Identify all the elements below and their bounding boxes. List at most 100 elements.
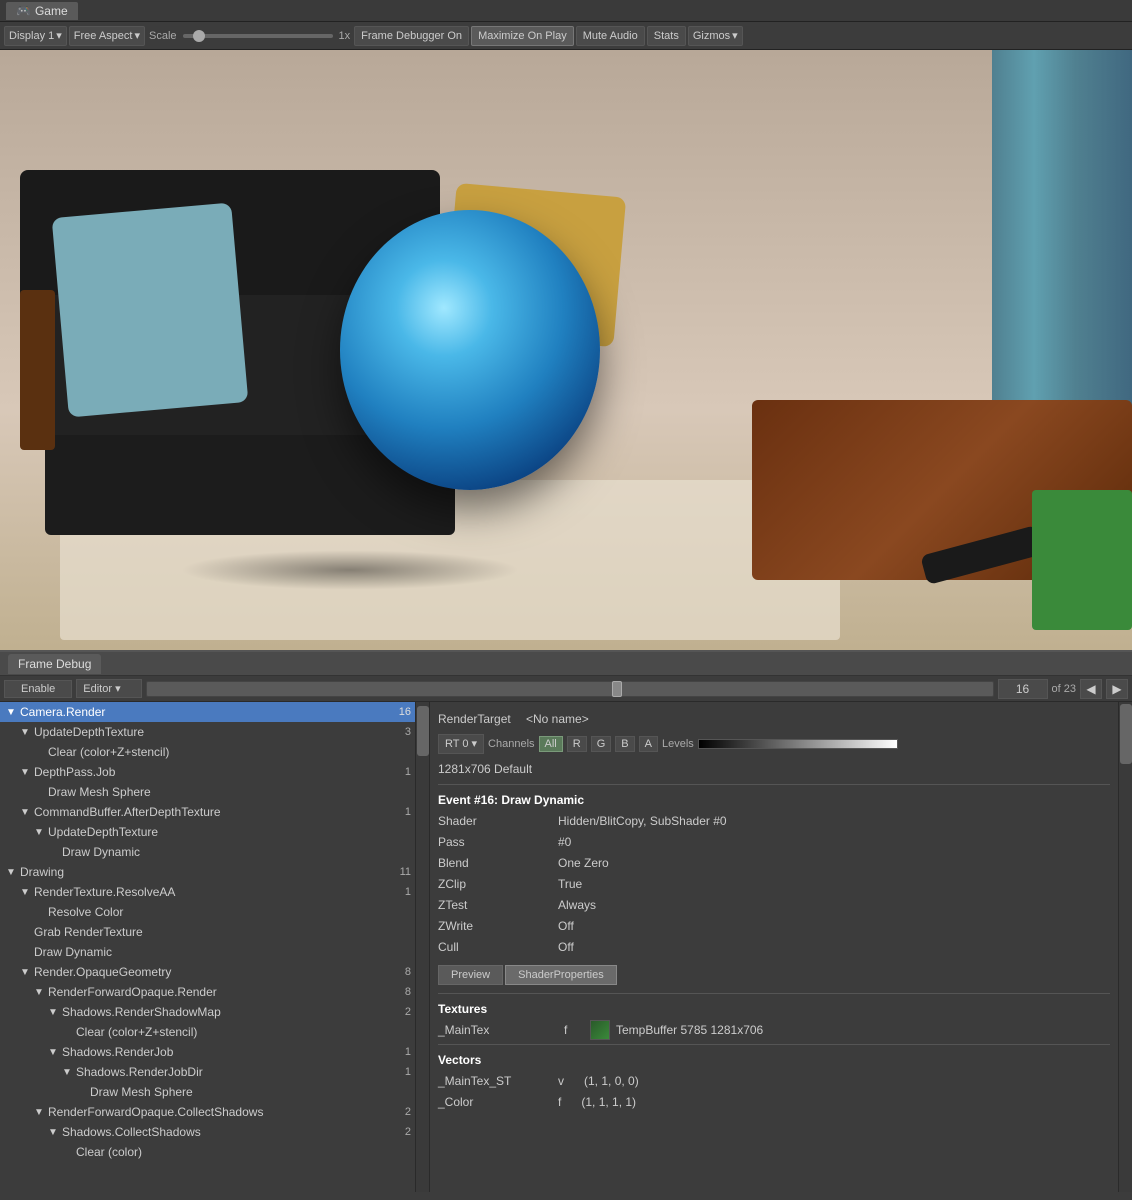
tree-item-label: Shadows.RenderShadowMap [62,1005,221,1019]
scale-slider-thumb[interactable] [193,30,205,42]
prev-frame-button[interactable]: ◀ [1080,679,1102,699]
scrollbar-thumb[interactable] [1120,704,1132,764]
tree-scrollbar[interactable] [415,702,429,1192]
detail-panel: RenderTarget <No name> RT 0 ▾ Channels A… [430,702,1118,1192]
tree-item[interactable]: Draw Mesh Sphere [0,1082,429,1102]
display-dropdown[interactable]: Display 1 ▾ [4,26,67,46]
channel-a-btn[interactable]: A [639,736,658,752]
tree-arrow-icon: ▼ [20,967,32,978]
tree-item[interactable]: ▼Drawing11 [0,862,429,882]
tree-item[interactable]: ▼Shadows.RenderJobDir1 [0,1062,429,1082]
tree-item-label: DepthPass.Job [34,765,115,779]
tree-item[interactable]: Draw Mesh Sphere [0,782,429,802]
tree-item[interactable]: Clear (color+Z+stencil) [0,1022,429,1042]
tree-item-count: 3 [405,726,411,738]
couch-arm-left [20,290,55,450]
vectors-section-header: Vectors [438,1053,1110,1067]
tree-item[interactable]: Clear (color+Z+stencil) [0,742,429,762]
frame-debugger-btn[interactable]: Frame Debugger On [354,26,469,46]
tree-item[interactable]: ▼Shadows.RenderJob1 [0,1042,429,1062]
tree-item[interactable]: ▼Camera.Render16 [0,702,429,722]
debug-content: ▼Camera.Render16▼UpdateDepthTexture3Clea… [0,702,1132,1192]
next-frame-button[interactable]: ▶ [1106,679,1128,699]
frame-number-input[interactable] [998,679,1048,699]
color-type-val: f (1, 1, 1, 1) [558,1092,1110,1112]
editor-dropdown[interactable]: Editor ▾ [76,679,141,698]
scale-label: Scale [149,30,177,42]
game-icon: 🎮 [16,4,31,18]
tree-item-label: UpdateDepthTexture [34,725,144,739]
levels-track[interactable] [698,739,898,749]
gizmos-dropdown[interactable]: Gizmos ▾ [688,26,743,46]
render-target-value: <No name> [526,712,589,726]
tree-item[interactable]: ▼UpdateDepthTexture [0,822,429,842]
mute-audio-btn[interactable]: Mute Audio [576,26,645,46]
game-tab[interactable]: 🎮 Game [6,2,78,20]
tree-item[interactable]: ▼RenderForwardOpaque.CollectShadows2 [0,1102,429,1122]
tree-item[interactable]: Draw Dynamic [0,842,429,862]
channel-g-btn[interactable]: G [591,736,612,752]
tree-item[interactable]: ▼Render.OpaqueGeometry8 [0,962,429,982]
tree-item[interactable]: ▼UpdateDepthTexture3 [0,722,429,742]
frame-debugger-label: Frame Debugger On [361,30,462,42]
tree-item-count: 8 [405,966,411,978]
preview-button[interactable]: Preview [438,965,503,985]
tree-arrow-icon: ▼ [6,707,18,718]
tree-arrow-icon: ▼ [48,1007,60,1018]
tree-item[interactable]: Grab RenderTexture [0,922,429,942]
scale-slider-track[interactable] [183,34,333,38]
tree-item-label: Draw Dynamic [62,845,140,859]
frame-debug-tab[interactable]: Frame Debug [8,654,101,674]
preview-shader-bar: Preview ShaderProperties [438,965,1110,985]
tree-item-label: Shadows.RenderJob [62,1045,173,1059]
tree-arrow-icon: ▼ [20,887,32,898]
zwrite-value: Off [558,916,1110,936]
tree-item-label: CommandBuffer.AfterDepthTexture [34,805,221,819]
channel-r-btn[interactable]: R [567,736,587,752]
shader-properties-button[interactable]: ShaderProperties [505,965,617,985]
rt-dropdown[interactable]: RT 0 ▾ [438,734,484,754]
channel-b-btn[interactable]: B [615,736,634,752]
tree-item-label: Camera.Render [20,705,105,719]
maximize-on-play-btn[interactable]: Maximize On Play [471,26,574,46]
tree-item-label: RenderTexture.ResolveAA [34,885,175,899]
event-title-row: Event #16: Draw Dynamic [438,789,1110,811]
tree-item-count: 1 [405,806,411,818]
frame-slider[interactable] [146,681,994,697]
right-scrollbar[interactable] [1118,702,1132,1192]
levels-bar: Levels [662,738,898,750]
tree-item[interactable]: ▼RenderForwardOpaque.Render8 [0,982,429,1002]
tree-item[interactable]: Resolve Color [0,902,429,922]
channel-all-btn[interactable]: All [539,736,563,752]
event-details-grid: Shader Hidden/BlitCopy, SubShader #0 Pas… [438,811,1110,957]
tree-item[interactable]: ▼Shadows.RenderShadowMap2 [0,1002,429,1022]
tree-item-label: Clear (color+Z+stencil) [76,1025,197,1039]
zwrite-label: ZWrite [438,916,558,936]
rt-dropdown-arrow: ▾ [472,738,478,750]
tree-item[interactable]: Draw Dynamic [0,942,429,962]
main-tex-row: _MainTex f TempBuffer 5785 1281x706 [438,1020,1110,1040]
tree-item[interactable]: ▼CommandBuffer.AfterDepthTexture1 [0,802,429,822]
tree-arrow-icon: ▼ [62,1067,74,1078]
game-title-bar: 🎮 Game [0,0,1132,22]
enable-button[interactable]: Enable [4,680,72,698]
aspect-label: Free Aspect [74,30,133,42]
channels-label: Channels [488,738,534,750]
main-tex-type: f [564,1020,584,1040]
tree-arrow-icon: ▼ [20,767,32,778]
tree-item-count: 8 [405,986,411,998]
tree-item[interactable]: ▼DepthPass.Job1 [0,762,429,782]
tree-arrow-icon: ▼ [34,1107,46,1118]
tree-scrollbar-thumb[interactable] [417,706,429,756]
tree-item-count: 1 [405,1046,411,1058]
tree-item[interactable]: Clear (color) [0,1142,429,1162]
aspect-dropdown[interactable]: Free Aspect ▾ [69,26,145,46]
tree-item-label: Draw Mesh Sphere [48,785,151,799]
stats-btn[interactable]: Stats [647,26,686,46]
tree-item[interactable]: ▼RenderTexture.ResolveAA1 [0,882,429,902]
resolution-row: 1281x706 Default [438,758,1110,780]
frame-slider-thumb[interactable] [612,681,622,697]
shader-label: Shader [438,811,558,831]
tree-item[interactable]: ▼Shadows.CollectShadows2 [0,1122,429,1142]
pass-value: #0 [558,832,1110,852]
